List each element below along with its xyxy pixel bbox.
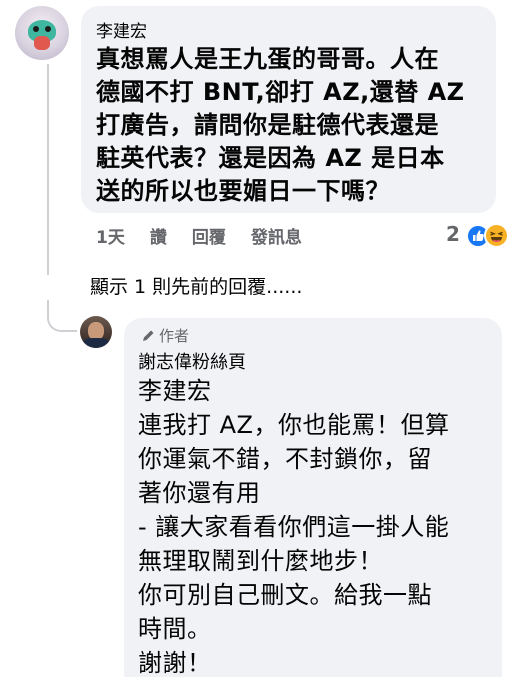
- comment-text-line: 送的所以也要媚日一下嗎？: [96, 177, 390, 205]
- mentioned-user-tag[interactable]: 李建宏: [138, 374, 498, 408]
- reply-text-line: 謝謝！: [138, 649, 212, 677]
- reply-text-line: 無理取鬧到什麼地步！: [138, 547, 383, 575]
- comment-text-line: 德國不打 BNT,卻打 AZ,還替 AZ: [96, 78, 465, 106]
- comment-timestamp[interactable]: 1天: [96, 223, 125, 248]
- thread-connector-line: [47, 64, 49, 275]
- avatar-figure-body: [34, 36, 50, 50]
- author-badge-label: 作者: [159, 327, 190, 345]
- comment-text-line: 打廣告，請問你是駐德代表還是: [96, 111, 439, 139]
- page-avatar[interactable]: [80, 316, 112, 348]
- reaction-count[interactable]: 2: [446, 222, 460, 246]
- reply-text-line: 時間。: [138, 615, 212, 643]
- avatar-eye-left: [33, 26, 39, 32]
- comment-text-line: 駐英代表？還是因為 AZ 是日本: [96, 144, 445, 172]
- message-button[interactable]: 發訊息: [251, 223, 302, 248]
- commenter-avatar[interactable]: [15, 6, 69, 60]
- reply-author-name[interactable]: 謝志偉粉絲頁: [138, 348, 246, 374]
- haha-icon[interactable]: [484, 223, 509, 248]
- reply-text-line: 你運氣不錯，不封鎖你，留: [138, 445, 432, 473]
- reply-text-line: 著你還有用: [138, 479, 261, 507]
- comment-text: 真想罵人是王九蛋的哥哥。人在 德國不打 BNT,卻打 AZ,還替 AZ 打廣告，…: [96, 43, 492, 208]
- reply-button[interactable]: 回覆: [192, 223, 226, 248]
- like-button[interactable]: 讚: [150, 223, 167, 248]
- avatar-shirt: [82, 338, 110, 348]
- comment-author-name[interactable]: 李建宏: [96, 17, 147, 42]
- author-badge: 作者: [141, 325, 189, 346]
- reply-text-line: 你可別自己刪文。給我一點: [138, 581, 432, 609]
- pencil-icon: [143, 330, 154, 341]
- comment-actions: 1天 讚 回覆 發訊息: [96, 223, 327, 248]
- comment-text-line: 真想罵人是王九蛋的哥哥。人在: [96, 45, 439, 73]
- reply-text-line: 連我打 AZ，你也能罵！但算: [138, 411, 450, 439]
- reply-connector-curve: [47, 300, 77, 332]
- show-previous-replies-link[interactable]: 顯示 1 則先前的回覆......: [90, 272, 302, 299]
- avatar-eye-right: [45, 26, 51, 32]
- reply-text-line: - 讓大家看看你們這一掛人能: [138, 513, 450, 541]
- reply-text: 李建宏 連我打 AZ，你也能罵！但算 你運氣不錯，不封鎖你，留 著你還有用 - …: [138, 374, 498, 680]
